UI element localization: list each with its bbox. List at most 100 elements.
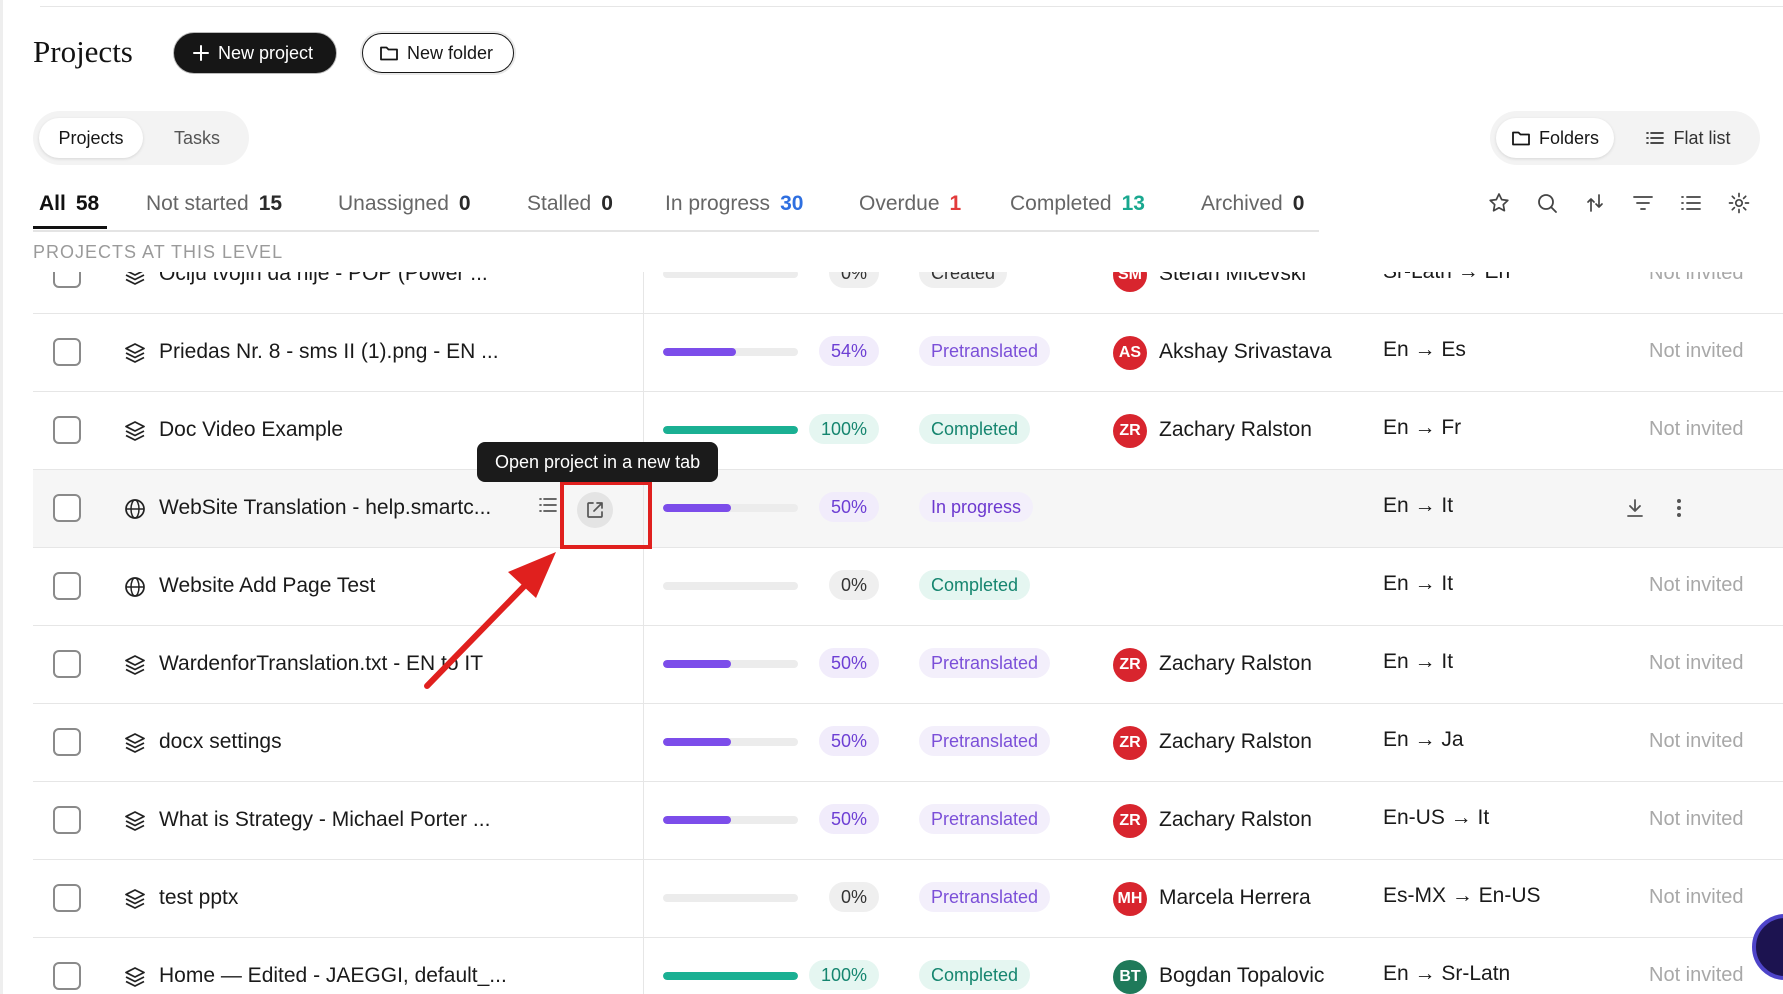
row-checkbox[interactable] (53, 572, 81, 600)
language-pair: En-US → It (1383, 806, 1490, 829)
tab-completed[interactable]: Completed 13 (1010, 192, 1145, 216)
project-name[interactable]: WardenforTranslation.txt - EN to IT (159, 652, 483, 676)
invite-status: Not invited (1649, 652, 1744, 674)
sort-icon[interactable] (1582, 190, 1608, 216)
project-name[interactable]: Home — Edited - JAEGGI, default_... (159, 964, 507, 988)
language-pair: En → It (1383, 494, 1454, 517)
gear-icon[interactable] (1726, 190, 1752, 216)
table-row[interactable]: docx settings 50% Pretranslated ZR Zachary R… (33, 704, 1783, 782)
status-badge: In progress (919, 492, 1034, 522)
annotation-highlight-box (560, 481, 652, 549)
folders-view-button[interactable]: Folders (1496, 118, 1614, 158)
table-row[interactable]: Ociju tvojih da nije - POP (Power ... 0% C… (33, 272, 1783, 314)
tab-archived[interactable]: Archived 0 (1201, 192, 1304, 216)
table-row[interactable]: Home — Edited - JAEGGI, default_... 100% C… (33, 938, 1783, 994)
search-icon[interactable] (1534, 190, 1560, 216)
project-name[interactable]: Website Add Page Test (159, 574, 375, 598)
task-list-icon[interactable] (537, 494, 559, 521)
progress-percent: 0% (829, 882, 880, 912)
tab-count: 0 (458, 192, 471, 215)
progress-bar (663, 816, 798, 824)
row-checkbox[interactable] (53, 494, 81, 522)
progress-percent: 0% (829, 272, 880, 288)
tab-count: 58 (75, 192, 100, 215)
progress-percent: 100% (809, 960, 880, 990)
list-view-icon[interactable] (1678, 190, 1704, 216)
project-name[interactable]: WebSite Translation - help.smartc... (159, 496, 491, 520)
avatar: ZR (1113, 648, 1147, 682)
table-row[interactable]: Doc Video Example 100% Completed ZR Zachary … (33, 392, 1783, 470)
tab-label: Archived (1201, 192, 1283, 215)
row-checkbox[interactable] (53, 272, 81, 288)
row-checkbox[interactable] (53, 884, 81, 912)
flat-list-view-button[interactable]: Flat list (1624, 118, 1752, 158)
avatar: ZR (1113, 414, 1147, 448)
avatar: BT (1113, 960, 1147, 994)
star-icon[interactable] (1486, 190, 1512, 216)
progress-percent: 0% (829, 570, 880, 600)
invite-status: Not invited (1649, 574, 1744, 596)
language-pair: Es-MX → En-US (1383, 884, 1541, 907)
more-options-icon[interactable] (1673, 496, 1685, 525)
tab-in-progress[interactable]: In progress 30 (665, 192, 803, 216)
section-label: PROJECTS AT THIS LEVEL (33, 242, 284, 262)
project-name[interactable]: Doc Video Example (159, 418, 343, 442)
globe-icon (123, 497, 147, 521)
new-project-button[interactable]: New project (174, 33, 336, 73)
layers-icon (123, 809, 147, 833)
row-checkbox[interactable] (53, 416, 81, 444)
download-icon[interactable] (1623, 496, 1647, 525)
assignee-name: Bogdan Topalovic (1159, 964, 1325, 987)
list-icon (1646, 132, 1665, 144)
new-folder-button[interactable]: New folder (362, 33, 514, 73)
project-name[interactable]: Priedas Nr. 8 - sms II (1).png - EN ... (159, 340, 499, 364)
tab-all[interactable]: All 58 (39, 192, 99, 216)
language-pair: En → It (1383, 572, 1454, 595)
project-name[interactable]: What is Strategy - Michael Porter ... (159, 808, 490, 832)
project-name[interactable]: Ociju tvojih da nije - POP (Power ... (159, 272, 488, 286)
status-badge: Pretranslated (919, 804, 1051, 834)
table-row[interactable]: Website Add Page Test 0% Completed En → It N… (33, 548, 1783, 626)
table-row[interactable]: What is Strategy - Michael Porter ... 50%… (33, 782, 1783, 860)
tab-overdue[interactable]: Overdue 1 (859, 192, 961, 216)
status-badge: Completed (919, 570, 1031, 600)
progress-bar (663, 504, 798, 512)
project-name[interactable]: test pptx (159, 886, 238, 910)
layers-icon (123, 419, 147, 443)
layers-icon (123, 272, 147, 287)
tab-not-started[interactable]: Not started 15 (146, 192, 282, 216)
table-row[interactable]: WebSite Translation - help.smartc... 50% I… (33, 470, 1783, 548)
open-in-new-tab-tooltip: Open project in a new tab (477, 442, 719, 482)
status-tabs: All 58 Not started 15 Unassigned 0 Stalled 0… (33, 188, 1319, 232)
tasks-view-tab[interactable]: Tasks (151, 118, 243, 158)
status-badge: Completed (919, 414, 1031, 444)
left-edge (0, 0, 3, 994)
tab-count: 0 (1292, 192, 1305, 215)
tab-unassigned[interactable]: Unassigned 0 (338, 192, 471, 216)
progress-percent: 100% (809, 414, 880, 444)
filter-icon[interactable] (1630, 190, 1656, 216)
row-checkbox[interactable] (53, 806, 81, 834)
invite-status: Not invited (1649, 964, 1744, 986)
table-row[interactable]: WardenforTranslation.txt - EN to IT 50% Pr… (33, 626, 1783, 704)
row-checkbox[interactable] (53, 962, 81, 990)
invite-status: Not invited (1649, 418, 1744, 440)
table-row[interactable]: test pptx 0% Pretranslated MH Marcela Herrer… (33, 860, 1783, 938)
progress-percent: 50% (819, 726, 880, 756)
status-badge: Created (919, 272, 1008, 288)
progress-bar (663, 660, 798, 668)
progress-bar (663, 348, 798, 356)
projects-view-tab[interactable]: Projects (39, 118, 143, 158)
invite-status: Not invited (1649, 272, 1744, 284)
row-checkbox[interactable] (53, 338, 81, 366)
layers-icon (123, 887, 147, 911)
tab-stalled[interactable]: Stalled 0 (527, 192, 613, 216)
assignee-name: Zachary Ralston (1159, 730, 1312, 753)
project-name[interactable]: docx settings (159, 730, 282, 754)
progress-bar (663, 738, 798, 746)
avatar: ZR (1113, 804, 1147, 838)
row-checkbox[interactable] (53, 650, 81, 678)
row-checkbox[interactable] (53, 728, 81, 756)
table-row[interactable]: Priedas Nr. 8 - sms II (1).png - EN ... 5… (33, 314, 1783, 392)
active-tab-underline (33, 226, 107, 229)
